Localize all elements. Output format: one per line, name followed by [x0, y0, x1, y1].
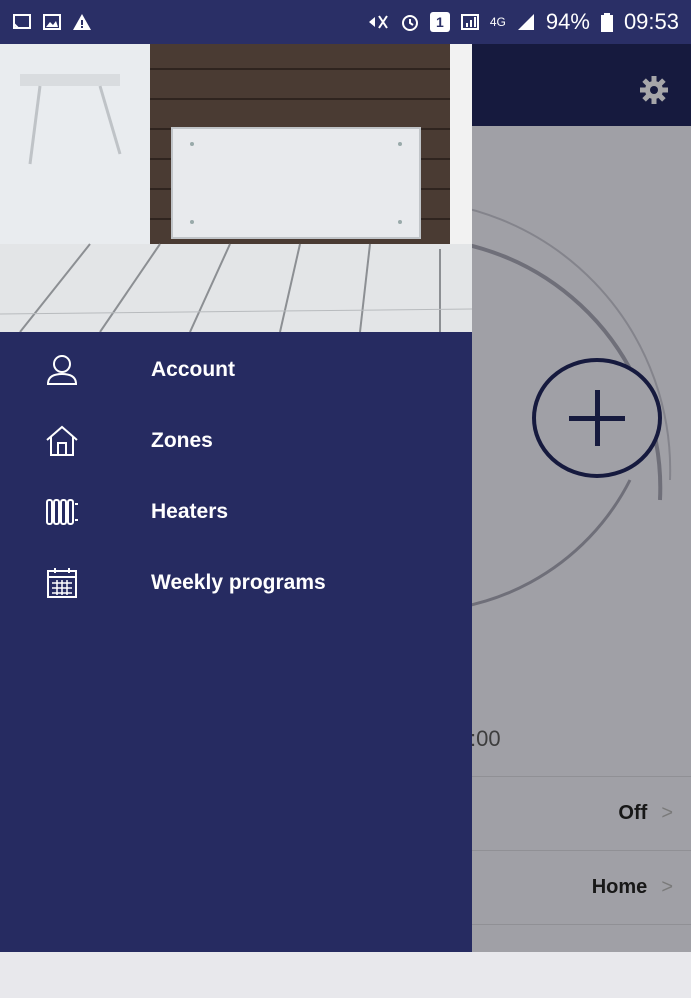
menu-item-weekly-programs[interactable]: Weekly programs — [0, 547, 472, 618]
person-icon — [46, 354, 78, 385]
cell-signal-icon — [517, 14, 534, 30]
status-time: 09:53 — [623, 9, 679, 34]
menu-item-label: Account — [151, 357, 235, 381]
warning-icon — [73, 14, 91, 30]
drawer-header-image — [0, 44, 472, 332]
calendar-icon — [47, 567, 77, 598]
menu-item-account[interactable]: Account — [0, 334, 472, 405]
battery-percent: 94% — [545, 9, 590, 34]
battery-icon — [600, 13, 613, 32]
drawer-menu: Account Zones Heaters Weekly programs — [0, 334, 472, 618]
status-right: 1 4G 94% 09:53 — [366, 9, 679, 35]
menu-item-label: Weekly programs — [151, 570, 326, 594]
network-type: 4G — [489, 15, 506, 29]
cast-icon — [13, 14, 31, 29]
menu-item-zones[interactable]: Zones — [0, 405, 472, 476]
signal-icon — [460, 14, 479, 30]
status-left — [12, 12, 92, 32]
menu-item-label: Zones — [151, 428, 213, 452]
mute-icon — [368, 15, 388, 29]
house-icon — [46, 425, 78, 456]
menu-item-heaters[interactable]: Heaters — [0, 476, 472, 547]
sim-icon: 1 — [429, 12, 450, 32]
status-bar: 1 4G 94% 09:53 — [0, 0, 691, 44]
menu-item-label: Heaters — [151, 499, 229, 523]
alarm-icon — [401, 15, 418, 31]
radiator-icon — [46, 498, 78, 525]
image-icon — [43, 14, 61, 30]
navigation-drawer: Account Zones Heaters Weekly programs — [0, 44, 472, 952]
